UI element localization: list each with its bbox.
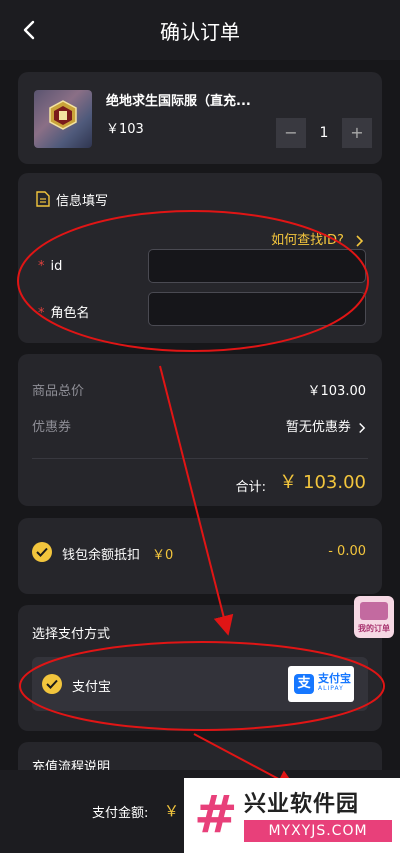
total-label: 合计: bbox=[235, 480, 266, 495]
watermark-url: MYXYJS.COM bbox=[244, 820, 392, 842]
chevron-right-icon bbox=[356, 234, 364, 247]
goods-total-value: ￥103.00 bbox=[307, 384, 367, 399]
product-thumbnail bbox=[34, 90, 92, 148]
find-id-link[interactable]: 如何查找ID? bbox=[271, 229, 364, 248]
wallet-checkbox[interactable] bbox=[32, 542, 52, 562]
increase-button[interactable]: + bbox=[342, 118, 372, 148]
find-id-link-text: 如何查找ID? bbox=[271, 233, 344, 248]
id-label: * id bbox=[38, 259, 62, 274]
alipay-logo: 支 支付宝 ALIPAY bbox=[288, 666, 354, 702]
checkmark-icon bbox=[46, 679, 58, 689]
chevron-right-icon bbox=[359, 422, 366, 433]
coupon-label: 优惠券 bbox=[32, 420, 72, 435]
alipay-mark-icon: 支 bbox=[294, 674, 314, 694]
role-name-label-text: 角色名 bbox=[50, 306, 90, 321]
quantity-stepper: − 1 + bbox=[276, 118, 372, 148]
document-icon bbox=[36, 191, 50, 207]
product-price: ￥103 bbox=[106, 122, 144, 137]
game-emblem-icon bbox=[49, 100, 77, 130]
page-title: 确认订单 bbox=[160, 20, 240, 44]
wallet-card: 钱包余额抵扣 ￥0 - 0.00 bbox=[18, 518, 382, 594]
price-summary-card: 商品总价 ￥103.00 优惠券 暂无优惠券 合计: ￥ 103.00 bbox=[18, 354, 382, 506]
alipay-logo-subtext: ALIPAY bbox=[318, 685, 344, 692]
header-bar: 确认订单 bbox=[0, 0, 400, 60]
coupon-selector[interactable]: 暂无优惠券 bbox=[286, 416, 366, 435]
gift-box-icon bbox=[360, 602, 388, 620]
coupon-value: 暂无优惠券 bbox=[285, 420, 351, 435]
required-mark: * bbox=[38, 259, 45, 274]
info-card: 信息填写 如何查找ID? * id * 角色名 bbox=[18, 173, 382, 343]
alipay-logo-text: 支付宝 bbox=[318, 672, 351, 685]
required-mark: * bbox=[38, 306, 45, 321]
total-value: ￥ 103.00 bbox=[279, 472, 366, 493]
checkmark-icon bbox=[36, 547, 48, 557]
pay-amount-label: 支付金额: bbox=[92, 806, 149, 821]
my-orders-float-button[interactable]: 我的订单 bbox=[354, 596, 394, 638]
payment-card: 选择支付方式 支付宝 支 支付宝 ALIPAY bbox=[18, 605, 382, 731]
quantity-value[interactable]: 1 bbox=[306, 118, 342, 148]
id-label-text: id bbox=[50, 259, 63, 274]
goods-total-label: 商品总价 bbox=[32, 384, 85, 399]
site-watermark: # 兴业软件园 MYXYJS.COM bbox=[184, 778, 400, 853]
info-section-title: 信息填写 bbox=[56, 194, 109, 209]
alipay-label: 支付宝 bbox=[72, 680, 112, 695]
product-card: 绝地求生国际服（直充... ￥103 − 1 + bbox=[18, 72, 382, 164]
product-name: 绝地求生国际服（直充... bbox=[106, 94, 251, 109]
id-input[interactable] bbox=[148, 249, 366, 283]
decrease-button[interactable]: − bbox=[276, 118, 306, 148]
summary-divider bbox=[32, 458, 368, 459]
my-orders-label: 我的订单 bbox=[358, 624, 390, 633]
alipay-checkbox[interactable] bbox=[42, 674, 62, 694]
role-name-input[interactable] bbox=[148, 292, 366, 326]
watermark-hash-logo: # bbox=[194, 785, 238, 845]
watermark-title: 兴业软件园 bbox=[244, 792, 360, 817]
alipay-option[interactable]: 支付宝 支 支付宝 ALIPAY bbox=[32, 657, 368, 711]
wallet-label: 钱包余额抵扣 bbox=[62, 548, 141, 563]
payment-section-title: 选择支付方式 bbox=[32, 627, 111, 642]
wallet-deduction: - 0.00 bbox=[328, 544, 366, 559]
role-name-label: * 角色名 bbox=[38, 302, 90, 321]
wallet-balance: ￥0 bbox=[152, 548, 174, 563]
